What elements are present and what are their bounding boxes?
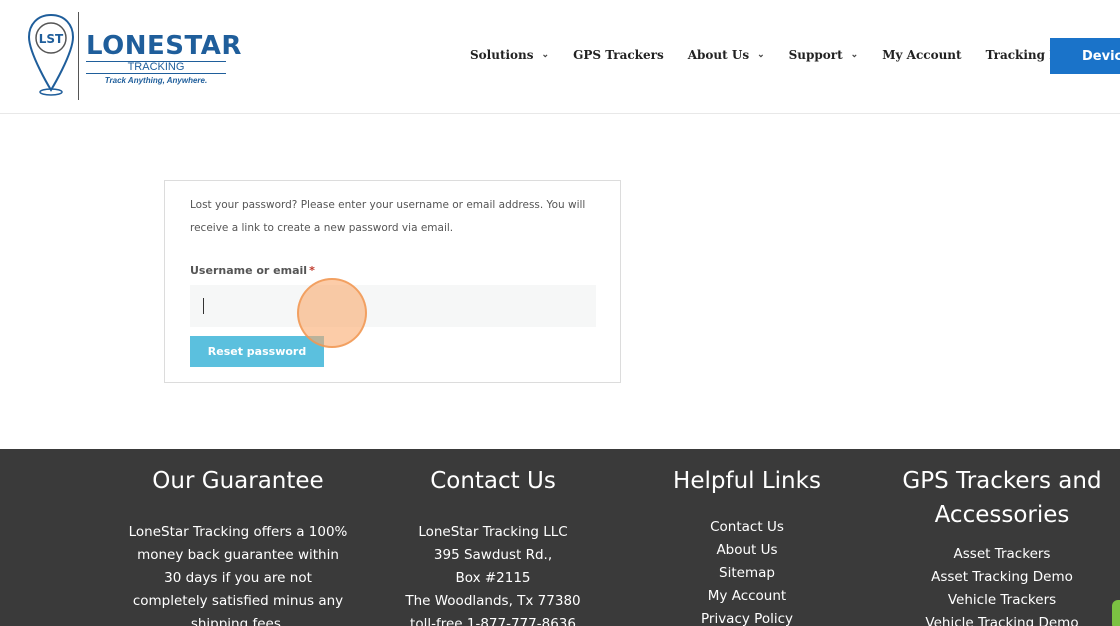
footer-guarantee: Our Guarantee LoneStar Tracking offers a… [128,449,348,626]
required-mark: * [309,264,315,277]
contact-line: LoneStar Tracking LLC [418,524,568,540]
nav-item-my-account[interactable]: My Account [882,48,961,62]
nav-item-solutions[interactable]: Solutions ⌄ [470,48,549,62]
footer-link-asset-trackers[interactable]: Asset Trackers [882,543,1120,566]
site-header: LST LONESTAR TRACKING Track Anything, An… [0,0,1120,114]
contact-address: LoneStar Tracking LLC 395 Sawdust Rd., B… [383,521,603,626]
nav-label: Solutions [470,48,534,62]
footer-link-asset-tracking-demo[interactable]: Asset Tracking Demo [882,566,1120,589]
footer-heading: Our Guarantee [152,468,324,494]
logo-wordmark: LONESTAR TRACKING Track Anything, Anywhe… [86,32,242,85]
username-email-input[interactable] [190,285,596,327]
logo-title: LONESTAR [86,31,242,61]
logo-subtitle: TRACKING [86,61,226,74]
nav-label: About Us [687,48,750,62]
footer-link-vehicle-tracking-demo[interactable]: Vehicle Tracking Demo [882,612,1120,626]
footer-link-about-us[interactable]: About Us [637,539,857,562]
chevron-down-icon: ⌄ [850,50,859,60]
contact-line: The Woodlands, Tx 77380 [405,593,581,609]
nav-item-support[interactable]: Support ⌄ [789,48,859,62]
footer-link-privacy-policy[interactable]: Privacy Policy [637,608,857,626]
chevron-down-icon: ⌄ [541,50,550,60]
logo-tagline: Track Anything, Anywhere. [104,76,208,85]
click-indicator [297,278,367,348]
chevron-down-icon: ⌄ [757,50,765,60]
label-text: Username or email [190,264,308,277]
nav-item-gps-trackers[interactable]: GPS Trackers [573,48,664,62]
trackers-links-list: Asset Trackers Asset Tracking Demo Vehic… [882,543,1120,626]
text-caret [203,298,204,314]
main-nav: Solutions ⌄ GPS Trackers About Us ⌄ Supp… [470,48,1111,62]
logo-monogram: LST [39,32,64,46]
footer-heading: GPS Trackers and Accessories [902,468,1102,528]
footer-gps-trackers: GPS Trackers and Accessories Asset Track… [882,449,1120,626]
footer-link-sitemap[interactable]: Sitemap [637,562,857,585]
site-logo[interactable]: LST LONESTAR TRACKING Track Anything, An… [26,12,241,100]
lost-password-form: Lost your password? Please enter your us… [164,180,621,383]
footer-helpful-links: Helpful Links Contact Us About Us Sitema… [637,449,857,626]
footer-contact: Contact Us LoneStar Tracking LLC 395 Saw… [383,449,603,626]
device-cta-button[interactable]: Device [1050,38,1120,74]
username-email-label: Username or email * [190,264,315,277]
map-pin-icon: LST [27,13,75,96]
guarantee-text: LoneStar Tracking offers a 100% money ba… [128,524,348,626]
contact-line: 395 Sawdust Rd., [433,547,553,563]
chat-widget-tab[interactable] [1112,600,1120,626]
nav-label: Support [788,48,843,62]
contact-phone[interactable]: toll-free 1-877-777-8636 [383,613,603,626]
nav-item-about-us[interactable]: About Us ⌄ [688,48,765,62]
footer-link-vehicle-trackers[interactable]: Vehicle Trackers [882,589,1120,612]
footer-link-my-account[interactable]: My Account [637,585,857,608]
footer-link-contact-us[interactable]: Contact Us [637,516,857,539]
site-footer: Our Guarantee LoneStar Tracking offers a… [0,449,1120,626]
footer-heading: Helpful Links [673,468,821,494]
logo-divider [78,12,79,100]
footer-heading: Contact Us [430,468,556,494]
reset-password-button[interactable]: Reset password [190,336,324,367]
contact-line: Box #2115 [455,570,531,586]
helpful-links-list: Contact Us About Us Sitemap My Account P… [637,516,857,626]
nav-label: My Account [882,48,962,62]
nav-label: GPS Trackers [573,48,664,62]
form-intro-text: Lost your password? Please enter your us… [190,199,586,234]
